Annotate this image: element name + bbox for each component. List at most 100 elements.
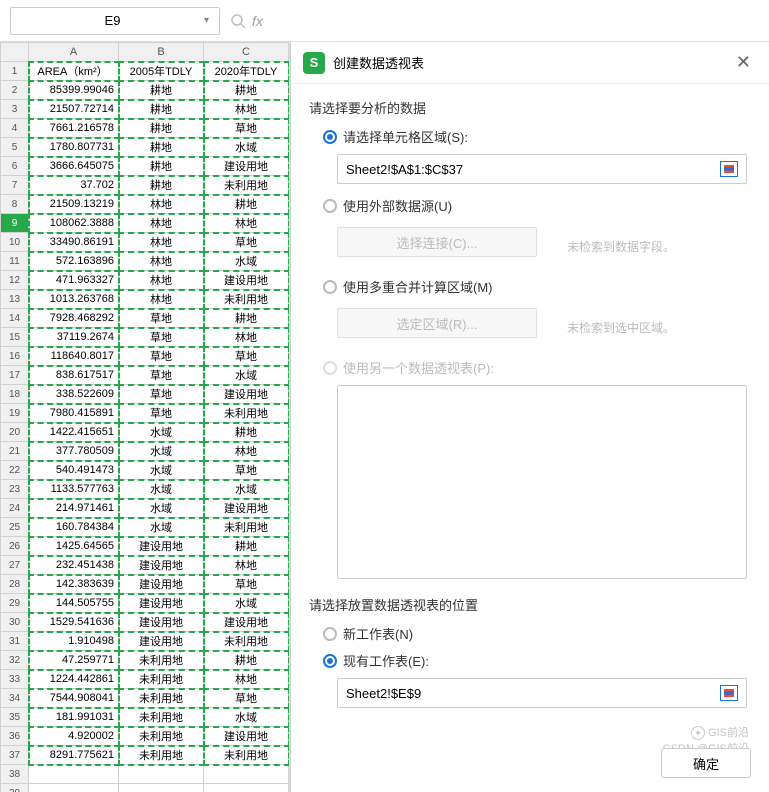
cell-reference-box[interactable]: E9 ▾ bbox=[10, 7, 220, 35]
row-header[interactable]: 19 bbox=[1, 404, 29, 423]
cell[interactable]: 838.617517 bbox=[29, 366, 119, 385]
cell[interactable]: 草地 bbox=[119, 328, 204, 347]
row-header[interactable]: 31 bbox=[1, 632, 29, 651]
cell[interactable]: 8291.775621 bbox=[29, 746, 119, 765]
cell[interactable]: 建设用地 bbox=[119, 594, 204, 613]
cell[interactable]: 草地 bbox=[204, 119, 289, 138]
cell[interactable]: 耕地 bbox=[119, 119, 204, 138]
range-selector-icon[interactable] bbox=[720, 685, 738, 701]
row-header[interactable]: 10 bbox=[1, 233, 29, 252]
row-header[interactable]: 38 bbox=[1, 765, 29, 784]
cell[interactable]: 水域 bbox=[119, 442, 204, 461]
row-header[interactable]: 11 bbox=[1, 252, 29, 271]
cell[interactable]: 建设用地 bbox=[204, 385, 289, 404]
dest-input-field[interactable] bbox=[346, 686, 720, 701]
row-header[interactable]: 9 bbox=[1, 214, 29, 233]
cell[interactable]: 37119.2674 bbox=[29, 328, 119, 347]
range-input-source[interactable] bbox=[337, 154, 747, 184]
cell[interactable]: 耕地 bbox=[204, 309, 289, 328]
cell[interactable]: 未利用地 bbox=[204, 518, 289, 537]
cell[interactable]: 7661.216578 bbox=[29, 119, 119, 138]
row-header[interactable]: 1 bbox=[1, 62, 29, 81]
cell[interactable]: 214.971461 bbox=[29, 499, 119, 518]
row-header[interactable]: 23 bbox=[1, 480, 29, 499]
cell[interactable]: 建设用地 bbox=[204, 727, 289, 746]
cell[interactable]: 1224.442861 bbox=[29, 670, 119, 689]
cell[interactable]: 建设用地 bbox=[204, 499, 289, 518]
cell[interactable]: 水域 bbox=[204, 252, 289, 271]
range-input-destination[interactable] bbox=[337, 678, 747, 708]
row-header[interactable]: 27 bbox=[1, 556, 29, 575]
row-header[interactable]: 20 bbox=[1, 423, 29, 442]
row-header[interactable]: 4 bbox=[1, 119, 29, 138]
cell[interactable]: 1.910498 bbox=[29, 632, 119, 651]
cell[interactable]: 未利用地 bbox=[204, 632, 289, 651]
cell[interactable]: 181.991031 bbox=[29, 708, 119, 727]
column-header[interactable]: C bbox=[204, 43, 289, 62]
row-header[interactable]: 32 bbox=[1, 651, 29, 670]
radio-existing-sheet[interactable]: 现有工作表(E): bbox=[323, 651, 751, 670]
row-header[interactable]: 22 bbox=[1, 461, 29, 480]
cell[interactable]: 7980.415891 bbox=[29, 404, 119, 423]
cell[interactable]: 草地 bbox=[119, 385, 204, 404]
cell[interactable]: 建设用地 bbox=[119, 575, 204, 594]
row-header[interactable]: 24 bbox=[1, 499, 29, 518]
cell[interactable]: 未利用地 bbox=[204, 746, 289, 765]
cell[interactable]: 草地 bbox=[204, 347, 289, 366]
cell[interactable]: 338.522609 bbox=[29, 385, 119, 404]
row-header[interactable]: 7 bbox=[1, 176, 29, 195]
row-header[interactable]: 26 bbox=[1, 537, 29, 556]
column-header[interactable]: B bbox=[119, 43, 204, 62]
cell[interactable]: 142.383639 bbox=[29, 575, 119, 594]
row-header[interactable]: 14 bbox=[1, 309, 29, 328]
cell[interactable]: 耕地 bbox=[204, 537, 289, 556]
close-icon[interactable]: ✕ bbox=[730, 50, 757, 75]
cell[interactable]: 建设用地 bbox=[119, 537, 204, 556]
cell[interactable]: 232.451438 bbox=[29, 556, 119, 575]
cell[interactable]: 水域 bbox=[204, 480, 289, 499]
row-header[interactable]: 39 bbox=[1, 784, 29, 792]
cell[interactable]: 水域 bbox=[119, 423, 204, 442]
cell[interactable]: 建设用地 bbox=[119, 613, 204, 632]
cell[interactable]: 未利用地 bbox=[204, 176, 289, 195]
cell[interactable]: 林地 bbox=[119, 214, 204, 233]
cell[interactable]: 建设用地 bbox=[204, 157, 289, 176]
cell[interactable] bbox=[29, 765, 119, 784]
row-header[interactable]: 13 bbox=[1, 290, 29, 309]
cell[interactable]: 2005年TDLY bbox=[119, 62, 204, 81]
cell[interactable]: 未利用地 bbox=[119, 689, 204, 708]
cell[interactable] bbox=[29, 784, 119, 792]
cell[interactable]: 水域 bbox=[204, 708, 289, 727]
cell[interactable]: 160.784384 bbox=[29, 518, 119, 537]
cell[interactable]: 377.780509 bbox=[29, 442, 119, 461]
cell[interactable]: 水域 bbox=[204, 594, 289, 613]
cell[interactable]: 未利用地 bbox=[119, 727, 204, 746]
cell[interactable]: 水域 bbox=[119, 480, 204, 499]
cell[interactable]: 水域 bbox=[204, 138, 289, 157]
row-header[interactable]: 37 bbox=[1, 746, 29, 765]
cell[interactable]: 未利用地 bbox=[204, 404, 289, 423]
cell[interactable]: 耕地 bbox=[119, 100, 204, 119]
cell[interactable]: 林地 bbox=[119, 271, 204, 290]
row-header[interactable]: 5 bbox=[1, 138, 29, 157]
cell[interactable]: 118640.8017 bbox=[29, 347, 119, 366]
row-header[interactable]: 36 bbox=[1, 727, 29, 746]
cell[interactable]: 林地 bbox=[204, 442, 289, 461]
cell[interactable]: 草地 bbox=[119, 404, 204, 423]
cell[interactable]: 林地 bbox=[204, 556, 289, 575]
cell[interactable]: 草地 bbox=[204, 575, 289, 594]
cell[interactable]: 572.163896 bbox=[29, 252, 119, 271]
cell[interactable] bbox=[119, 784, 204, 792]
cell[interactable]: 耕地 bbox=[119, 176, 204, 195]
row-header[interactable]: 29 bbox=[1, 594, 29, 613]
cell[interactable]: 林地 bbox=[119, 252, 204, 271]
cell[interactable]: 未利用地 bbox=[119, 708, 204, 727]
spreadsheet-grid[interactable]: ABC1AREA（km²）2005年TDLY2020年TDLY285399.99… bbox=[0, 42, 290, 792]
cell[interactable]: 耕地 bbox=[119, 138, 204, 157]
range-selector-icon[interactable] bbox=[720, 161, 738, 177]
row-header[interactable]: 15 bbox=[1, 328, 29, 347]
cell[interactable]: 1425.64565 bbox=[29, 537, 119, 556]
cell[interactable] bbox=[204, 765, 289, 784]
cell[interactable]: 144.505755 bbox=[29, 594, 119, 613]
cell[interactable]: 21507.72714 bbox=[29, 100, 119, 119]
